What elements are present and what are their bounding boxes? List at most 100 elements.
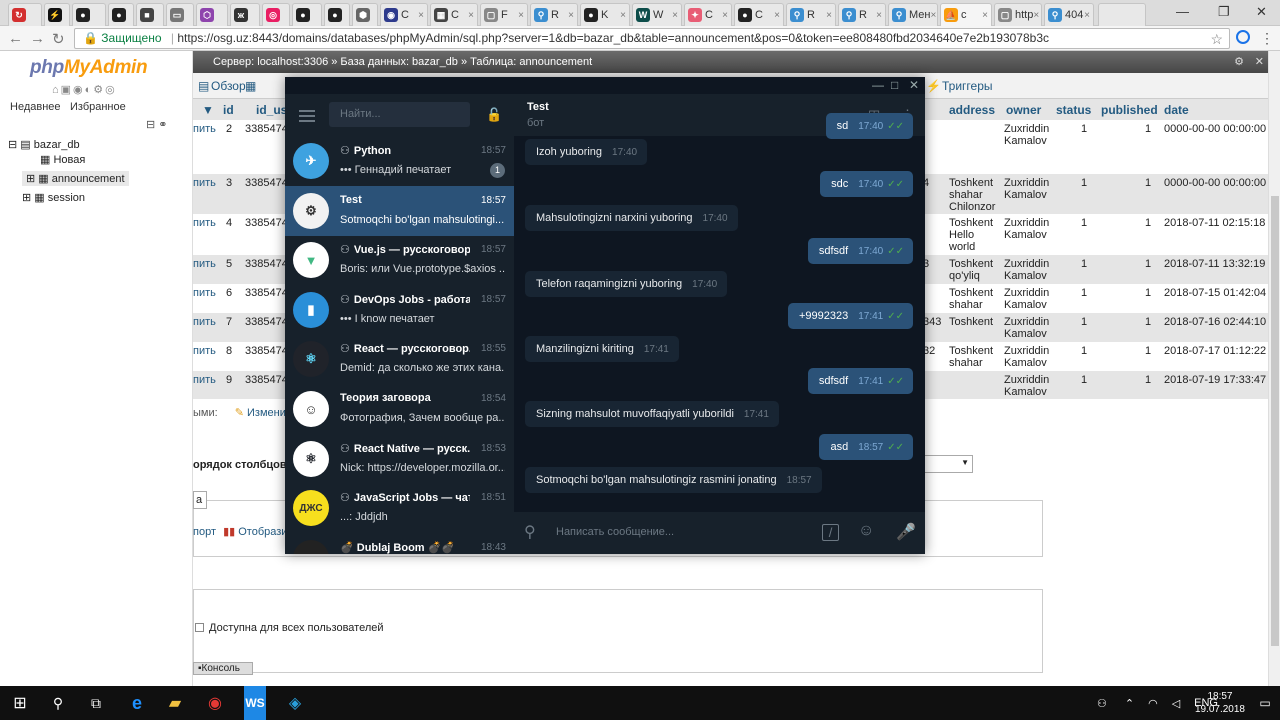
scrollbar[interactable]	[1268, 51, 1280, 686]
extension-icon[interactable]	[1236, 30, 1250, 44]
col-id[interactable]: id	[223, 103, 234, 117]
tab-close-icon[interactable]: ×	[826, 10, 832, 21]
message-bubble[interactable]: sdc 17:40 ✓✓	[820, 171, 913, 197]
chat-item[interactable]: ▮ ⚇DevOps Jobs - работа ... 18:57 ••• I kno…	[285, 285, 514, 335]
close-icon[interactable]: ✕	[1256, 4, 1267, 20]
chat-item[interactable]: ⚛ ⚇ React Native — русск... 18:53 Nick: http…	[285, 434, 514, 484]
console-button[interactable]: ▪Консоль	[193, 662, 253, 675]
tab-close-icon[interactable]: ×	[672, 10, 678, 21]
people-icon[interactable]: ⚇	[1097, 697, 1107, 710]
telegram-icon[interactable]: ◈	[284, 686, 306, 720]
browser-tab[interactable]: ▢ F ×	[480, 3, 528, 26]
browser-tab[interactable]: ⚡	[44, 3, 70, 26]
options-select[interactable]	[921, 455, 973, 473]
row-edit-link[interactable]: пить	[193, 177, 216, 189]
browser-menu-icon[interactable]: ⋮	[1260, 30, 1274, 47]
public-checkbox[interactable]	[195, 623, 204, 632]
browser-tab[interactable]: ●	[324, 3, 350, 26]
forward-icon[interactable]: →	[30, 30, 45, 47]
message-bubble[interactable]: Sizning mahsulot muvoffaqiyatli yuborild…	[525, 401, 779, 427]
message-bubble[interactable]: +9992323 17:41 ✓✓	[787, 303, 913, 329]
tree-db-bazar[interactable]: ⊟ ▤ bazar_db	[8, 138, 80, 151]
wifi-icon[interactable]: ◠	[1148, 697, 1158, 710]
browser-tab[interactable]: ⬡	[196, 3, 228, 26]
pma-logo[interactable]: phpMyAdmin	[30, 57, 148, 79]
row-edit-link[interactable]: пить	[193, 217, 216, 229]
row-edit-link[interactable]: пить	[193, 374, 216, 386]
message-input[interactable]: Написать сообщение...	[556, 526, 674, 538]
tab-close-icon[interactable]: ×	[418, 10, 424, 21]
tab-triggers[interactable]: Триггеры	[942, 79, 993, 93]
pma-home-icons[interactable]: ⌂▣◉◐⚙◎	[52, 83, 117, 96]
chat-item[interactable]: ● 💣 Dublaj Boom 💣💣 18:43	[285, 533, 514, 554]
windows-start-icon[interactable]: ⊞	[8, 686, 32, 720]
hamburger-icon[interactable]	[299, 110, 315, 122]
message-bubble[interactable]: asd 18:57 ✓✓	[819, 434, 913, 460]
tab-close-icon[interactable]: ×	[1084, 10, 1090, 21]
col-address[interactable]: address	[949, 103, 995, 117]
message-bubble[interactable]: Mahsulotingizni narxini yuboring 17:40	[525, 205, 738, 231]
browser-tab[interactable]: ⚲ 404 ×	[1044, 3, 1094, 26]
message-bubble[interactable]: Manzilingizni kiriting 17:41	[525, 336, 679, 362]
browser-tab[interactable]: ⚲ Мен ×	[888, 3, 938, 26]
new-tab-button[interactable]	[1098, 3, 1146, 26]
favorites-tab[interactable]: Избранное	[70, 101, 126, 113]
tab-close-icon[interactable]: ×	[930, 10, 936, 21]
chat-item[interactable]: ▼ ⚇ Vue.js — русскоговор... 18:57 Boris: или…	[285, 235, 514, 285]
chat-item[interactable]: ⚛ ⚇ React — русскоговор... 18:55 Demid: да с…	[285, 334, 514, 384]
browser-tab[interactable]: ⚲ R ×	[786, 3, 836, 26]
message-bubble[interactable]: Telefon raqamingizni yuboring 17:40	[525, 271, 728, 297]
tab-close-icon[interactable]: ×	[722, 10, 728, 21]
tab-browse[interactable]: Обзор	[211, 79, 246, 93]
browser-tab[interactable]: ●	[108, 3, 134, 26]
browser-tab[interactable]: ● C ×	[734, 3, 784, 26]
tab-close-icon[interactable]: ×	[518, 10, 524, 21]
browser-tab[interactable]: ■	[136, 3, 164, 26]
browser-tab[interactable]: ▭	[166, 3, 194, 26]
notifications-icon[interactable]: ▭	[1256, 686, 1274, 720]
chat-item[interactable]: ДЖС ⚇ JavaScript Jobs — чат 18:51 ...: Jddjd…	[285, 483, 514, 533]
chevron-up-icon[interactable]: ⌃	[1125, 697, 1134, 710]
col-owner[interactable]: owner	[1006, 103, 1041, 117]
search-input[interactable]: Найти...	[329, 102, 470, 127]
browser-tab[interactable]: ⚲ R ×	[838, 3, 886, 26]
row-edit-link[interactable]: пить	[193, 316, 216, 328]
export-link[interactable]: порт	[193, 526, 216, 538]
message-bubble[interactable]: Sotmoqchi bo'lgan mahsulotingiz rasmini …	[525, 467, 822, 493]
col-published[interactable]: published	[1101, 103, 1158, 117]
attach-icon[interactable]: ⚲	[524, 522, 536, 542]
browser-tab[interactable]: ▦ C ×	[430, 3, 478, 26]
volume-icon[interactable]: ◁	[1172, 697, 1180, 710]
close-icon[interactable]: ✕	[1255, 51, 1264, 73]
tg-minimize-icon[interactable]: —	[872, 78, 884, 92]
emoji-icon[interactable]: ☺	[858, 522, 874, 540]
row-edit-link[interactable]: пить	[193, 345, 216, 357]
tree-new[interactable]: ▦ Новая	[40, 153, 85, 166]
browser-tab[interactable]: ●	[72, 3, 106, 26]
browser-tab[interactable]: ⚲ R ×	[530, 3, 578, 26]
tab-close-icon[interactable]: ×	[568, 10, 574, 21]
display-chart-link[interactable]: Отобрази	[238, 526, 287, 538]
commands-icon[interactable]: /	[822, 524, 839, 541]
tree-table-session[interactable]: ⊞ ▦ session	[22, 191, 85, 204]
chrome-icon[interactable]: ◉	[204, 686, 226, 720]
search-icon[interactable]: ⚲	[48, 686, 68, 720]
browser-tab[interactable]: ▢ http ×	[994, 3, 1042, 26]
tab-close-icon[interactable]: ×	[982, 10, 988, 21]
tg-maximize-icon[interactable]: □	[891, 78, 898, 92]
recent-tab[interactable]: Недавнее	[10, 101, 61, 113]
browser-tab[interactable]: ж	[230, 3, 260, 26]
collapse-icon[interactable]: ⊟ ⚭	[146, 118, 168, 131]
tree-table-announcement[interactable]: ⊞ ▦ announcement	[22, 171, 129, 186]
reload-icon[interactable]: ↻	[52, 30, 65, 48]
chat-title[interactable]: Test	[527, 101, 549, 113]
microphone-icon[interactable]: 🎤	[896, 522, 916, 542]
lock-icon[interactable]: 🔓	[486, 107, 502, 123]
chat-item[interactable]: ☺ Теория заговора 18:54 Фотография, Зачем в…	[285, 384, 514, 434]
message-bubble[interactable]: Izoh yuboring 17:40	[525, 139, 648, 165]
row-edit-link[interactable]: пить	[193, 287, 216, 299]
task-view-icon[interactable]: ⧉	[86, 686, 106, 720]
clock[interactable]: 18:57 19.07.2018	[1195, 690, 1245, 716]
row-edit-link[interactable]: пить	[193, 123, 216, 135]
sort-icon[interactable]: ▼	[202, 103, 214, 117]
